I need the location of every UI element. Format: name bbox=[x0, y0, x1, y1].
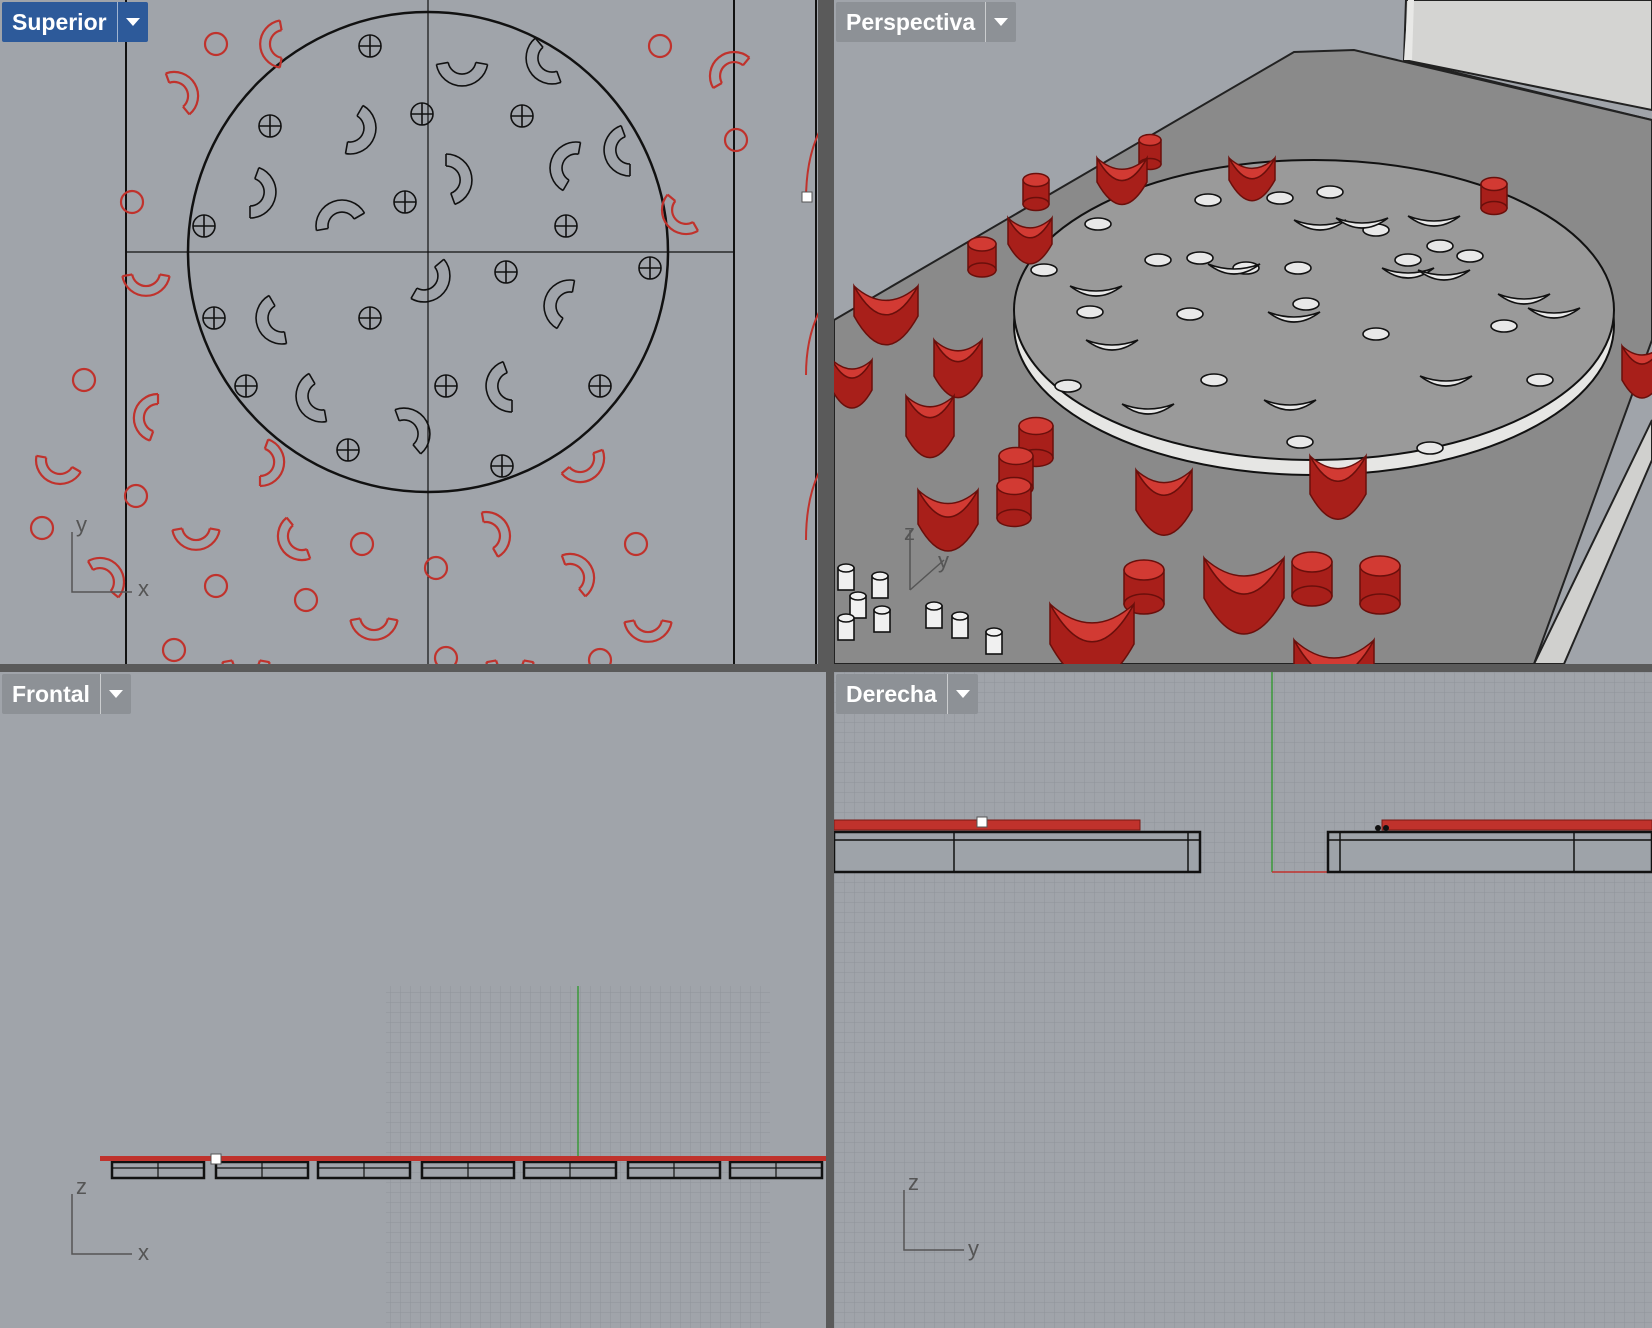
crescent-slot bbox=[560, 449, 606, 484]
axis-label-x: x bbox=[138, 576, 149, 601]
crescent-slot bbox=[132, 392, 159, 442]
chevron-down-icon[interactable] bbox=[116, 2, 148, 42]
crescent-slot bbox=[525, 37, 562, 85]
axis-label-z: z bbox=[76, 1174, 87, 1199]
pin-outline bbox=[623, 531, 649, 557]
crescent-slot bbox=[255, 294, 287, 345]
top-view-canvas[interactable]: y x bbox=[0, 0, 818, 664]
crescent-slot bbox=[435, 62, 489, 87]
pin-outline bbox=[71, 367, 97, 393]
viewport-title: Superior bbox=[12, 8, 107, 35]
plate-hole bbox=[1416, 441, 1444, 455]
axis-label-y: y bbox=[968, 1236, 979, 1261]
pin-outline bbox=[203, 31, 229, 57]
red-parts-section bbox=[100, 1156, 208, 1161]
plate-hole bbox=[1490, 319, 1518, 333]
pin-outline bbox=[123, 483, 149, 509]
viewport-tab-perspectiva[interactable]: Perspectiva bbox=[836, 2, 1017, 42]
crescent-slot bbox=[708, 50, 751, 89]
chevron-down-icon[interactable] bbox=[946, 674, 978, 714]
plate-hole bbox=[1526, 373, 1554, 387]
viewport-tab-derecha[interactable]: Derecha bbox=[836, 674, 978, 714]
crescent-slot bbox=[603, 124, 631, 177]
pin-outline bbox=[587, 647, 613, 664]
pin-outline bbox=[433, 645, 459, 664]
plate-hole bbox=[1292, 297, 1320, 311]
viewport-title: Derecha bbox=[846, 680, 937, 707]
crescent-slot bbox=[295, 372, 327, 423]
crescent-slot bbox=[349, 618, 399, 641]
red-parts-section bbox=[616, 1156, 724, 1161]
viewport-derecha[interactable]: z y Derecha bbox=[834, 672, 1652, 1328]
crescent-slot bbox=[561, 552, 596, 598]
plate-hole bbox=[1286, 435, 1314, 449]
front-view-canvas[interactable]: z x bbox=[0, 672, 826, 1328]
pin-outline bbox=[29, 515, 55, 541]
crescent-slot bbox=[445, 153, 473, 206]
crescent-slot bbox=[315, 199, 366, 231]
red-parts-section bbox=[306, 1156, 414, 1161]
plate-hole bbox=[1394, 253, 1422, 267]
pin-outline bbox=[161, 637, 187, 663]
crescent-slot bbox=[481, 510, 512, 558]
plate-hole bbox=[1456, 249, 1484, 263]
pin-outline bbox=[293, 587, 319, 613]
axis-label-z: z bbox=[904, 520, 915, 545]
crescent-slot bbox=[410, 258, 451, 303]
crescent-slot bbox=[249, 166, 277, 219]
axis-label-y: y bbox=[938, 548, 949, 573]
viewport-frontal[interactable]: z x Frontal bbox=[0, 672, 826, 1328]
axis-gizmo-front bbox=[71, 1194, 132, 1255]
pin-outline bbox=[647, 33, 673, 59]
crescent-slot bbox=[259, 438, 286, 488]
perspective-view-canvas[interactable]: z y bbox=[834, 0, 1652, 664]
viewport-perspectiva[interactable]: z y Perspectiva bbox=[834, 0, 1652, 664]
red-parts-section bbox=[410, 1156, 518, 1161]
pin-outline bbox=[203, 573, 229, 599]
plate-hole bbox=[1186, 251, 1214, 265]
plate-hole bbox=[1266, 191, 1294, 205]
crescent-slot bbox=[485, 360, 513, 413]
plate-hole bbox=[1084, 217, 1112, 231]
viewport-tab-superior[interactable]: Superior bbox=[2, 2, 148, 42]
chevron-down-icon[interactable] bbox=[985, 2, 1016, 42]
viewport-title: Frontal bbox=[12, 680, 90, 707]
plate-hole bbox=[1144, 253, 1172, 267]
plate-hole bbox=[1316, 185, 1344, 199]
plate-hole bbox=[1284, 261, 1312, 275]
crescent-slot bbox=[345, 104, 377, 155]
crescent-slot bbox=[259, 19, 282, 69]
plate-hole bbox=[1200, 373, 1228, 387]
plate-hole bbox=[1194, 193, 1222, 207]
crescent-slot bbox=[549, 141, 581, 192]
right-view-canvas[interactable]: z y bbox=[834, 672, 1652, 1328]
crescent-slot bbox=[394, 407, 431, 455]
viewport-title: Perspectiva bbox=[846, 8, 976, 35]
axis-label-y: y bbox=[76, 512, 87, 537]
pin-outline bbox=[349, 531, 375, 557]
plate-hole bbox=[1054, 379, 1082, 393]
plate-hole bbox=[1426, 239, 1454, 253]
crescent-slot bbox=[171, 528, 221, 551]
pin-outline bbox=[119, 189, 145, 215]
plate-hole bbox=[1362, 327, 1390, 341]
axis-label-x: x bbox=[138, 1240, 149, 1265]
viewport-superior[interactable]: y x Superior bbox=[0, 0, 818, 664]
viewport-tab-frontal[interactable]: Frontal bbox=[2, 674, 131, 714]
crescent-slot bbox=[165, 70, 200, 116]
red-parts-section bbox=[512, 1156, 620, 1161]
crescent-slot bbox=[121, 274, 171, 297]
crescent-slot bbox=[543, 279, 575, 330]
plate-hole bbox=[1030, 263, 1058, 277]
plate-hole bbox=[1176, 307, 1204, 321]
chevron-down-icon[interactable] bbox=[99, 674, 131, 714]
pin-outline bbox=[723, 127, 749, 153]
crescent-slot bbox=[34, 455, 82, 486]
crescent-slot bbox=[276, 516, 311, 562]
red-parts-section bbox=[718, 1156, 826, 1161]
axis-label-z: z bbox=[908, 1170, 919, 1195]
plate-hole bbox=[1076, 305, 1104, 319]
crescent-slot bbox=[623, 620, 673, 643]
